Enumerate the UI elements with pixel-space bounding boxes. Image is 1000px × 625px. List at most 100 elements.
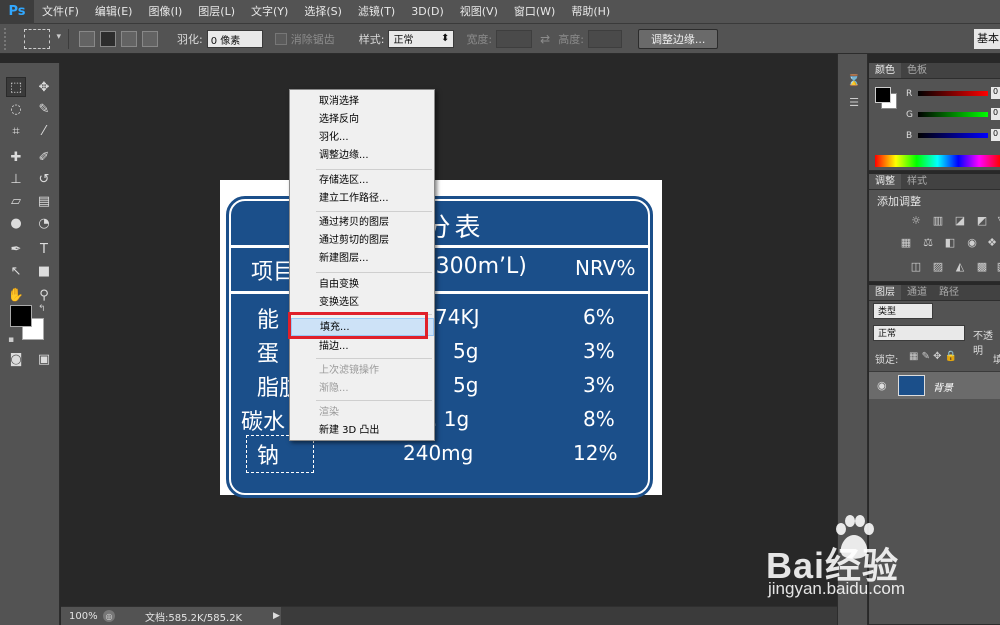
lock-icons[interactable]: ▦ ✎ ✥ 🔒 bbox=[909, 351, 957, 362]
properties-panel-icon[interactable]: ☰ bbox=[846, 96, 862, 112]
ctx-layer-via-cut[interactable]: 通过剪切的图层 bbox=[291, 232, 434, 250]
hand-tool-icon[interactable]: ✋ bbox=[6, 285, 26, 305]
type-tool-icon[interactable]: T bbox=[34, 239, 54, 259]
menu-image[interactable]: 图像(I) bbox=[140, 0, 190, 24]
options-grip[interactable] bbox=[4, 27, 14, 50]
quick-mask-icon[interactable]: ◙ bbox=[6, 349, 26, 369]
tab-color[interactable]: 颜色 bbox=[869, 63, 901, 78]
r-value[interactable]: 0 bbox=[991, 87, 1000, 99]
menu-help[interactable]: 帮助(H) bbox=[563, 0, 618, 24]
crop-tool-icon[interactable]: ⌗ bbox=[6, 121, 26, 141]
blend-mode-select[interactable]: 正常 bbox=[873, 325, 965, 341]
ctx-select-inverse[interactable]: 选择反向 bbox=[291, 111, 434, 129]
lasso-tool-icon[interactable]: ◌ bbox=[6, 99, 26, 119]
photo-filter-icon[interactable]: ◉ bbox=[965, 236, 979, 250]
new-selection-button[interactable] bbox=[79, 30, 95, 47]
g-slider[interactable] bbox=[918, 112, 988, 117]
subtract-selection-button[interactable] bbox=[121, 30, 137, 47]
ctx-deselect[interactable]: 取消选择 bbox=[291, 93, 434, 111]
refine-edge-button[interactable]: 调整边缘... bbox=[637, 28, 719, 49]
ctx-free-transform[interactable]: 自由变换 bbox=[291, 276, 434, 294]
brush-tool-icon[interactable]: ✐ bbox=[34, 147, 54, 167]
swap-icon[interactable]: ⇄ bbox=[540, 32, 550, 46]
history-brush-tool-icon[interactable]: ↺ bbox=[34, 169, 54, 189]
tool-preset-picker[interactable] bbox=[24, 28, 61, 49]
tab-paths[interactable]: 路径 bbox=[933, 285, 965, 300]
gradient-tool-icon[interactable]: ▤ bbox=[34, 191, 54, 211]
eraser-tool-icon[interactable]: ▱ bbox=[6, 191, 26, 211]
zoom-level[interactable]: 100% bbox=[61, 611, 98, 622]
menu-select[interactable]: 选择(S) bbox=[296, 0, 350, 24]
threshold-icon[interactable]: ◭ bbox=[953, 260, 967, 274]
invert-icon[interactable]: ◫ bbox=[909, 260, 923, 274]
black-white-icon[interactable]: ◧ bbox=[943, 236, 957, 250]
menu-edit[interactable]: 编辑(E) bbox=[87, 0, 141, 24]
clone-stamp-tool-icon[interactable]: ⊥ bbox=[6, 169, 26, 189]
swap-colors-icon[interactable]: ↰ bbox=[38, 304, 46, 314]
width-input[interactable] bbox=[496, 29, 533, 48]
pen-tool-icon[interactable]: ✒ bbox=[6, 239, 26, 259]
ctx-new-3d-extrusion[interactable]: 新建 3D 凸出 bbox=[291, 422, 434, 440]
gradient-map-icon[interactable]: ▩ bbox=[975, 260, 989, 274]
menu-file[interactable]: 文件(F) bbox=[34, 0, 87, 24]
ctx-save-selection[interactable]: 存储选区... bbox=[291, 172, 434, 190]
r-slider[interactable] bbox=[918, 91, 988, 96]
color-spectrum[interactable] bbox=[875, 155, 1000, 167]
menu-layer[interactable]: 图层(L) bbox=[190, 0, 243, 24]
style-select[interactable]: 正常 ⬍ bbox=[388, 29, 455, 48]
menu-type[interactable]: 文字(Y) bbox=[243, 0, 296, 24]
layer-filter-select[interactable]: 类型 bbox=[873, 303, 933, 319]
ctx-refine-edge[interactable]: 调整边缘... bbox=[291, 147, 434, 165]
curves-icon[interactable]: ◪ bbox=[953, 214, 967, 228]
foreground-color-swatch[interactable] bbox=[10, 305, 32, 327]
ctx-layer-via-copy[interactable]: 通过拷贝的图层 bbox=[291, 214, 434, 232]
status-menu-arrow-icon[interactable]: ▶ bbox=[273, 611, 280, 621]
eyedropper-tool-icon[interactable]: ⁄ bbox=[34, 121, 54, 141]
tab-channels[interactable]: 通道 bbox=[901, 285, 933, 300]
path-select-tool-icon[interactable]: ↖ bbox=[6, 261, 26, 281]
b-value[interactable]: 0 bbox=[991, 129, 1000, 141]
vibrance-icon[interactable]: ▽ bbox=[995, 214, 1000, 228]
levels-icon[interactable]: ▥ bbox=[931, 214, 945, 228]
feather-input[interactable]: 0 像素 bbox=[206, 29, 263, 48]
layer-name[interactable]: 背景 bbox=[933, 379, 953, 394]
exposure-icon[interactable]: ◩ bbox=[975, 214, 989, 228]
menu-window[interactable]: 窗口(W) bbox=[506, 0, 563, 24]
history-panel-icon[interactable]: ⌛ bbox=[846, 74, 862, 90]
color-fg-swatch[interactable] bbox=[875, 87, 891, 103]
g-value[interactable]: 0 bbox=[991, 108, 1000, 120]
brightness-icon[interactable]: ☼ bbox=[909, 214, 923, 228]
ctx-make-work-path[interactable]: 建立工作路径... bbox=[291, 190, 434, 208]
quick-select-tool-icon[interactable]: ✎ bbox=[34, 99, 54, 119]
intersect-selection-button[interactable] bbox=[142, 30, 158, 47]
antialias-checkbox[interactable] bbox=[274, 32, 287, 45]
status-info-icon[interactable]: ◎ bbox=[103, 610, 115, 622]
workspace-switcher[interactable]: 基本 bbox=[974, 29, 1000, 49]
move-tool-icon[interactable]: ✥ bbox=[34, 77, 54, 97]
hue-saturation-icon[interactable]: ▦ bbox=[899, 236, 913, 250]
screen-mode-icon[interactable]: ▣ bbox=[34, 349, 54, 369]
zoom-tool-icon[interactable]: ⚲ bbox=[34, 285, 54, 305]
menu-filter[interactable]: 滤镜(T) bbox=[350, 0, 403, 24]
dodge-tool-icon[interactable]: ◔ bbox=[34, 213, 54, 233]
channel-mixer-icon[interactable]: ❖ bbox=[985, 236, 999, 250]
tab-layers[interactable]: 图层 bbox=[869, 285, 901, 300]
default-colors-icon[interactable]: ▪ bbox=[8, 335, 14, 345]
ctx-new-layer[interactable]: 新建图层... bbox=[291, 250, 434, 268]
healing-brush-tool-icon[interactable]: ✚ bbox=[6, 147, 26, 167]
selective-color-icon[interactable]: ▧ bbox=[995, 260, 1000, 274]
menu-3d[interactable]: 3D(D) bbox=[403, 0, 452, 24]
ctx-stroke[interactable]: 描边... bbox=[291, 338, 434, 356]
blur-tool-icon[interactable]: ● bbox=[6, 213, 26, 233]
posterize-icon[interactable]: ▨ bbox=[931, 260, 945, 274]
add-selection-button[interactable] bbox=[100, 30, 116, 47]
height-input[interactable] bbox=[587, 29, 622, 48]
ctx-feather[interactable]: 羽化... bbox=[291, 129, 434, 147]
tab-swatches[interactable]: 色板 bbox=[901, 63, 933, 78]
menu-view[interactable]: 视图(V) bbox=[452, 0, 506, 24]
horizontal-scrollbar[interactable] bbox=[281, 607, 837, 625]
eye-icon[interactable]: ◉ bbox=[877, 379, 887, 392]
tab-adjustments[interactable]: 调整 bbox=[869, 174, 901, 189]
layer-row-background[interactable]: ◉ 背景 bbox=[869, 371, 1000, 399]
rect-marquee-tool-icon[interactable]: ⬚ bbox=[6, 77, 26, 97]
